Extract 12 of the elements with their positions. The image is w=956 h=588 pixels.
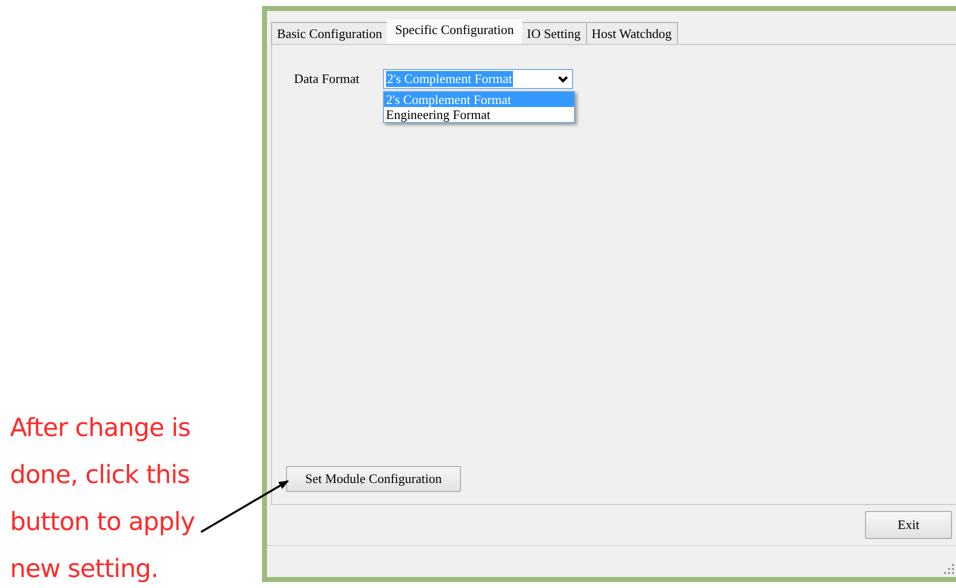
dropdown-option[interactable]: Engineering Format [384, 107, 574, 122]
set-configuration-button[interactable]: Set Module Configuration [286, 466, 461, 492]
field-label: Data Format [294, 71, 360, 87]
tab[interactable]: Basic Configuration [271, 22, 388, 44]
dropdown-value: 2's Complement Format [386, 71, 514, 87]
tab[interactable]: IO Setting [520, 22, 587, 44]
tab[interactable]: Host Watchdog [586, 22, 678, 44]
tab[interactable]: Specific Configuration [387, 19, 522, 45]
exit-button[interactable]: Exit [865, 511, 952, 539]
annotation-text: After change is done, click this button to apply new setting. [10, 412, 195, 585]
chevron-down-icon [558, 76, 568, 82]
resize-grip-icon[interactable] [944, 564, 954, 574]
